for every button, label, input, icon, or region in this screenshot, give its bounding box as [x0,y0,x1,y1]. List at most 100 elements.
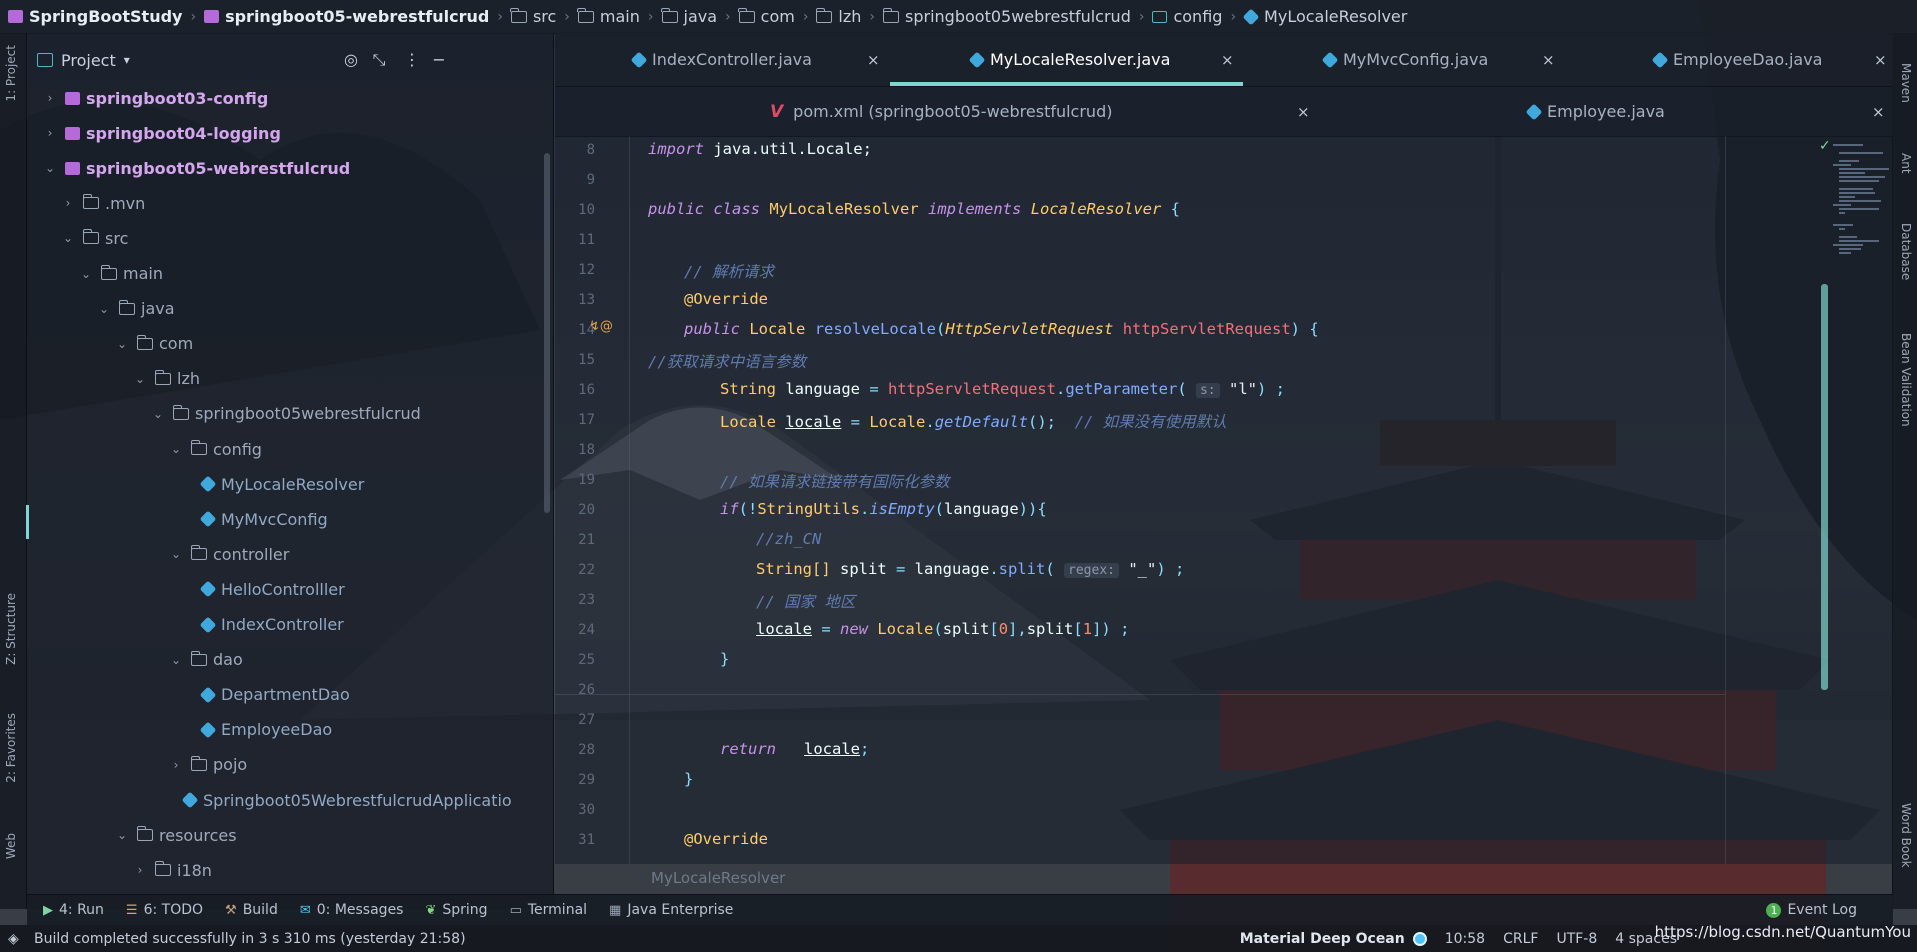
word-book-tool-tab[interactable]: Word Book [1899,803,1913,868]
messages-tool-button[interactable]: ✉ 0: Messages [300,902,404,918]
project-view-selector[interactable]: Project ▾ [37,51,130,70]
collapse-all-icon[interactable]: ⤡ [368,49,390,71]
chevron-down-icon[interactable]: ⌄ [151,407,165,421]
close-icon[interactable]: × [1297,103,1310,121]
line-number: 29 [578,772,595,788]
java-enterprise-tool-button[interactable]: ▦ Java Enterprise [609,902,733,918]
breadcrumb-item-config[interactable]: config › [1152,7,1244,26]
chevron-right-icon[interactable]: › [169,758,183,772]
breadcrumb-item-main[interactable]: main › [577,7,662,26]
chevron-down-icon[interactable]: ⌄ [43,161,57,175]
tree-item[interactable]: ⌄ resources [115,820,237,850]
tree-item[interactable]: MyMvcConfig [199,504,328,534]
breadcrumb-item-package[interactable]: springboot05webrestfulcrud › [882,7,1152,26]
bean-validation-tool-tab[interactable]: Bean Validation [1899,333,1913,427]
close-icon[interactable]: × [1542,51,1555,69]
spring-tool-button[interactable]: ❦ Spring [425,902,487,918]
chevron-down-icon[interactable]: ⌄ [169,653,183,667]
terminal-tool-button[interactable]: ▭ Terminal [510,902,587,918]
tree-item[interactable]: ⌄ com [115,329,193,359]
tree-item[interactable]: IndexController [199,610,344,640]
tab-employee[interactable]: Employee.java × [1317,87,1893,136]
tab-my-mvc-config[interactable]: MyMvcConfig.java × [1243,33,1565,86]
close-icon[interactable]: × [1874,51,1887,69]
tree-item[interactable]: ⌄ springboot05webrestfulcrud [151,399,421,429]
more-options-icon[interactable]: ⋮ [401,49,423,71]
editor-footer-breadcrumb[interactable]: MyLocaleResolver [651,869,785,887]
ant-tool-tab[interactable]: Ant [1899,153,1913,174]
chevron-down-icon[interactable]: ⌄ [61,231,75,245]
chevron-down-icon[interactable]: ⌄ [133,372,147,386]
tree-item[interactable]: ⌄ src [61,223,128,253]
line-separator[interactable]: CRLF [1503,931,1538,947]
project-tree-scrollbar[interactable] [544,153,550,513]
tree-item[interactable]: MyLocaleResolver [199,469,364,499]
editor-scrollbar[interactable] [1821,284,1828,690]
code-editor[interactable]: ✓ 8 9 10 11 12 13 14 15 16 17 18 19 20 21 22 23 24 25 26 27… [555,136,1893,887]
breadcrumb-item-project[interactable]: SpringBootStudy › [8,7,204,26]
tree-item[interactable]: ⌄ main [79,259,163,289]
chevron-right-icon[interactable]: › [43,91,57,105]
tree-item[interactable]: › pojo [169,750,248,780]
run-tool-button[interactable]: ▶ 4: Run [43,902,104,918]
tab-pom-xml[interactable]: V pom.xml (springboot05-webrestfulcrud) … [555,87,1317,136]
chevron-right-icon[interactable]: › [43,126,57,140]
tree-item[interactable]: Springboot05WebrestfulcrudApplicatio [181,785,512,815]
breadcrumb-item-class[interactable]: MyLocaleResolver [1242,7,1407,26]
file-encoding[interactable]: UTF-8 [1556,931,1597,947]
project-icon [37,53,53,67]
chevron-down-icon[interactable]: ⌄ [79,267,93,281]
inspection-ok-icon[interactable]: ✓ [1819,138,1831,154]
tree-item[interactable]: ⌄ lzh [133,364,200,394]
database-tool-tab[interactable]: Database [1899,223,1913,280]
hide-panel-icon[interactable]: − [428,49,450,71]
breadcrumb-item-com[interactable]: com › [738,7,817,26]
locate-target-icon[interactable]: ◎ [340,49,362,71]
project-tool-tab[interactable]: 1: Project [4,45,18,102]
status-message[interactable]: Build completed successfully in 3 s 310 … [34,931,466,947]
tree-item[interactable]: ⌄ config [169,434,262,464]
tree-item[interactable]: ⌄ dao [169,645,243,675]
tree-item[interactable]: DepartmentDao [199,680,350,710]
tree-item[interactable]: ⌄ springboot05-webrestfulcrud [43,153,350,183]
theme-switcher[interactable]: Material Deep Ocean [1240,931,1427,947]
tree-item[interactable]: HelloControlller [199,574,345,604]
breadcrumb-item-src[interactable]: src › [510,7,578,26]
tree-item[interactable]: ⌄ java [97,294,175,324]
chevron-down-icon[interactable]: ⌄ [115,337,129,351]
chevron-down-icon[interactable]: ⌄ [169,547,183,561]
build-tool-button[interactable]: ⚒ Build [225,902,278,918]
tab-label: MyLocaleResolver.java [990,50,1171,69]
chevron-right-icon[interactable]: › [61,196,75,210]
tree-item[interactable]: EmployeeDao [199,715,332,745]
folder-icon [190,755,207,771]
maven-tool-tab[interactable]: Maven [1899,63,1913,103]
event-log-button[interactable]: 1 Event Log [1766,902,1857,918]
tree-item[interactable]: › springboot04-logging [43,118,281,148]
tree-item[interactable]: › i18n [133,855,212,885]
chevron-down-icon[interactable]: ⌄ [115,828,129,842]
chevron-down-icon[interactable]: ⌄ [97,302,111,316]
tree-item[interactable]: › springboot03-config [43,83,269,113]
tab-employee-dao[interactable]: EmployeeDao.java × [1565,33,1893,86]
build-status-icon[interactable]: ◈ [8,931,19,947]
favorites-tool-tab[interactable]: 2: Favorites [4,713,18,783]
tab-index-controller[interactable]: IndexController.java × [555,33,890,86]
chevron-right-icon[interactable]: › [133,863,147,877]
tab-my-locale-resolver[interactable]: MyLocaleResolver.java × [890,33,1243,86]
close-icon[interactable]: × [1221,51,1234,69]
todo-tool-button[interactable]: ☰ 6: TODO [126,902,203,918]
breadcrumb-item-java[interactable]: java › [661,7,739,26]
web-tool-tab[interactable]: Web [4,833,18,859]
structure-tool-tab[interactable]: Z: Structure [4,593,18,665]
code-minimap[interactable] [1833,144,1889,264]
breadcrumb-item-lzh[interactable]: lzh › [815,7,883,26]
caret-position[interactable]: 10:58 [1445,931,1485,947]
close-icon[interactable]: × [867,51,880,69]
tree-item[interactable]: › .mvn [61,188,146,218]
implements-gutter-icon[interactable]: ↯@ [589,319,613,334]
chevron-down-icon[interactable]: ⌄ [169,442,183,456]
breadcrumb-item-module[interactable]: springboot05-webrestfulcrud › [204,7,511,26]
close-icon[interactable]: × [1872,103,1885,121]
tree-item[interactable]: ⌄ controller [169,539,289,569]
